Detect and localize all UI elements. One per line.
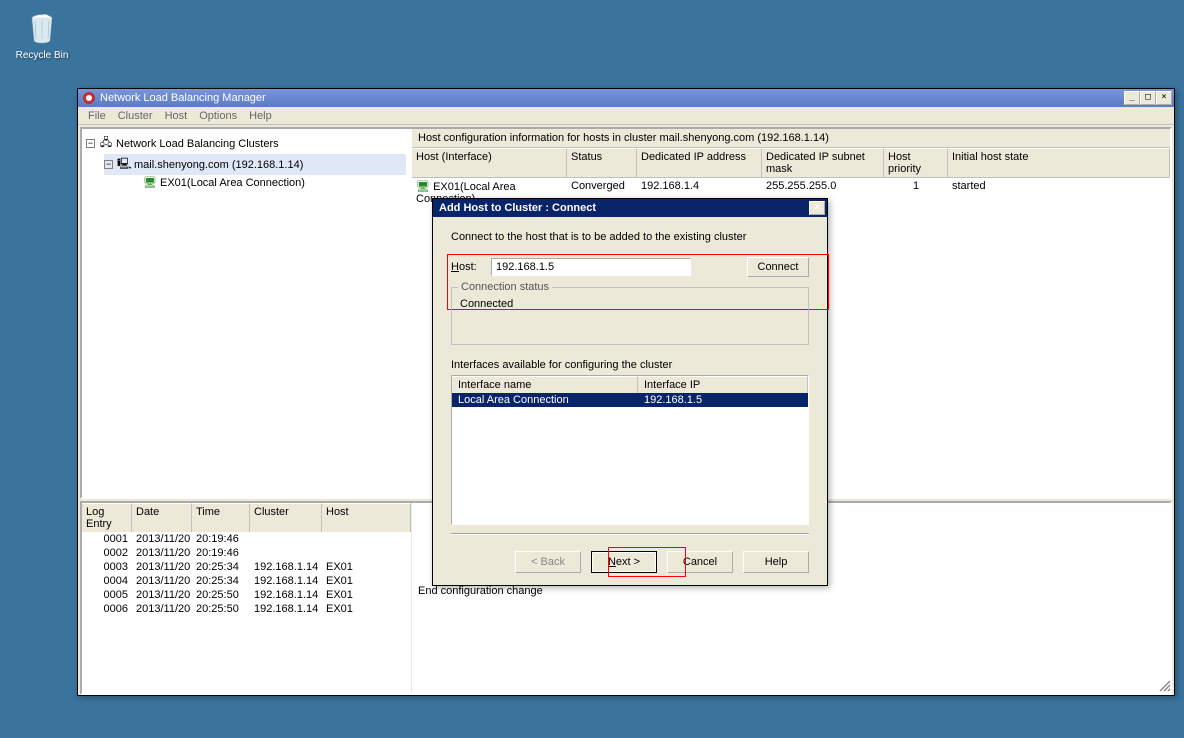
- connection-status-text: Connected: [460, 298, 800, 310]
- interface-row-name: Local Area Connection: [452, 393, 638, 407]
- host-th-priority[interactable]: Host priority: [884, 148, 948, 177]
- host-row-priority: 1: [884, 179, 948, 206]
- interface-th-ip[interactable]: Interface IP: [638, 376, 808, 393]
- minimize-button[interactable]: _: [1124, 91, 1140, 105]
- log-entry: 0004: [82, 574, 132, 588]
- host-icon: 🖥: [143, 176, 157, 189]
- host-row-state: started: [948, 179, 1170, 206]
- interface-row-ip: 192.168.1.5: [638, 393, 808, 407]
- menu-options[interactable]: Options: [193, 108, 243, 124]
- menu-host[interactable]: Host: [159, 108, 194, 124]
- log-cluster: 192.168.1.14: [250, 574, 322, 588]
- log-host: [322, 546, 411, 560]
- connection-status-group: Connection status Connected: [451, 287, 809, 345]
- interface-th-name[interactable]: Interface name: [452, 376, 638, 393]
- log-entry: 0001: [82, 532, 132, 546]
- log-th-date[interactable]: Date: [132, 503, 192, 532]
- log-row[interactable]: 00062013/11/2020:25:50192.168.1.14EX01: [82, 602, 411, 616]
- next-button[interactable]: Next >: [591, 551, 657, 573]
- cluster-icon: 🖳: [117, 155, 131, 174]
- log-entry: 0005: [82, 588, 132, 602]
- host-input[interactable]: [491, 258, 691, 276]
- tree-root-label: Network Load Balancing Clusters: [116, 138, 279, 150]
- recycle-bin-label: Recycle Bin: [12, 50, 72, 61]
- log-th-cluster[interactable]: Cluster: [250, 503, 322, 532]
- log-row[interactable]: 00022013/11/2020:19:46: [82, 546, 411, 560]
- log-host: EX01: [322, 560, 411, 574]
- connection-status-legend: Connection status: [458, 281, 552, 293]
- log-date: 2013/11/20: [132, 574, 192, 588]
- recycle-bin-icon[interactable]: Recycle Bin: [12, 10, 72, 61]
- log-cluster: 192.168.1.14: [250, 560, 322, 574]
- host-th-interface[interactable]: Host (Interface): [412, 148, 567, 177]
- log-host: [322, 532, 411, 546]
- log-cluster: [250, 532, 322, 546]
- interface-list[interactable]: Interface name Interface IP Local Area C…: [451, 375, 809, 525]
- help-button[interactable]: Help: [743, 551, 809, 573]
- close-button[interactable]: ×: [1156, 91, 1172, 105]
- tree-host-label[interactable]: EX01(Local Area Connection): [160, 177, 305, 189]
- window-titlebar[interactable]: Network Load Balancing Manager _ □ ×: [78, 89, 1174, 107]
- host-config-header: Host configuration information for hosts…: [412, 129, 1170, 148]
- log-th-entry[interactable]: Log Entry: [82, 503, 132, 532]
- window-title: Network Load Balancing Manager: [100, 92, 1124, 104]
- log-row[interactable]: 00012013/11/2020:19:46: [82, 532, 411, 546]
- log-host: EX01: [322, 602, 411, 616]
- log-entry: 0006: [82, 602, 132, 616]
- log-time: 20:19:46: [192, 546, 250, 560]
- log-date: 2013/11/20: [132, 602, 192, 616]
- host-th-state[interactable]: Initial host state: [948, 148, 1170, 177]
- maximize-button[interactable]: □: [1140, 91, 1156, 105]
- host-label: Host:: [451, 261, 491, 273]
- menubar: File Cluster Host Options Help: [78, 107, 1174, 125]
- cancel-button[interactable]: Cancel: [667, 551, 733, 573]
- log-date: 2013/11/20: [132, 546, 192, 560]
- tree-cluster-label[interactable]: mail.shenyong.com (192.168.1.14): [134, 159, 303, 171]
- host-th-status[interactable]: Status: [567, 148, 637, 177]
- interfaces-label: Interfaces available for configuring the…: [451, 359, 809, 371]
- log-time: 20:25:34: [192, 574, 250, 588]
- dialog-close-button[interactable]: ×: [809, 201, 825, 215]
- log-detail-text: End configuration change: [418, 585, 1164, 597]
- dialog-title: Add Host to Cluster : Connect: [439, 202, 809, 214]
- log-time: 20:25:50: [192, 588, 250, 602]
- log-entry: 0003: [82, 560, 132, 574]
- add-host-dialog: Add Host to Cluster : Connect × Connect …: [432, 198, 828, 586]
- log-row[interactable]: 00032013/11/2020:25:34192.168.1.14EX01: [82, 560, 411, 574]
- log-time: 20:25:50: [192, 602, 250, 616]
- log-date: 2013/11/20: [132, 588, 192, 602]
- log-time: 20:19:46: [192, 532, 250, 546]
- recycle-bin-glyph: [24, 10, 60, 46]
- back-button: < Back: [515, 551, 581, 573]
- log-cluster: [250, 546, 322, 560]
- log-cluster: 192.168.1.14: [250, 602, 322, 616]
- log-row[interactable]: 00052013/11/2020:25:50192.168.1.14EX01: [82, 588, 411, 602]
- menu-cluster[interactable]: Cluster: [112, 108, 159, 124]
- cluster-tree[interactable]: − 🖧 Network Load Balancing Clusters − 🖳 …: [82, 129, 412, 497]
- menu-help[interactable]: Help: [243, 108, 278, 124]
- log-time: 20:25:34: [192, 560, 250, 574]
- log-host: EX01: [322, 574, 411, 588]
- connect-button[interactable]: Connect: [747, 257, 809, 277]
- log-host: EX01: [322, 588, 411, 602]
- log-date: 2013/11/20: [132, 560, 192, 574]
- tree-expand-cluster[interactable]: −: [104, 160, 113, 169]
- host-th-mask[interactable]: Dedicated IP subnet mask: [762, 148, 884, 177]
- clusters-icon: 🖧: [99, 134, 113, 153]
- host-row-icon: 🖥: [416, 180, 430, 193]
- resize-grip-icon[interactable]: [1158, 679, 1172, 693]
- menu-file[interactable]: File: [82, 108, 112, 124]
- log-entry: 0002: [82, 546, 132, 560]
- tree-expand-root[interactable]: −: [86, 139, 95, 148]
- log-row[interactable]: 00042013/11/2020:25:34192.168.1.14EX01: [82, 574, 411, 588]
- host-th-ip[interactable]: Dedicated IP address: [637, 148, 762, 177]
- log-th-host[interactable]: Host: [322, 503, 411, 532]
- dialog-instruction: Connect to the host that is to be added …: [451, 231, 809, 243]
- dialog-titlebar[interactable]: Add Host to Cluster : Connect ×: [433, 199, 827, 217]
- nlb-app-icon: [82, 91, 96, 105]
- log-cluster: 192.168.1.14: [250, 588, 322, 602]
- interface-row[interactable]: Local Area Connection 192.168.1.5: [452, 393, 808, 407]
- log-date: 2013/11/20: [132, 532, 192, 546]
- log-th-time[interactable]: Time: [192, 503, 250, 532]
